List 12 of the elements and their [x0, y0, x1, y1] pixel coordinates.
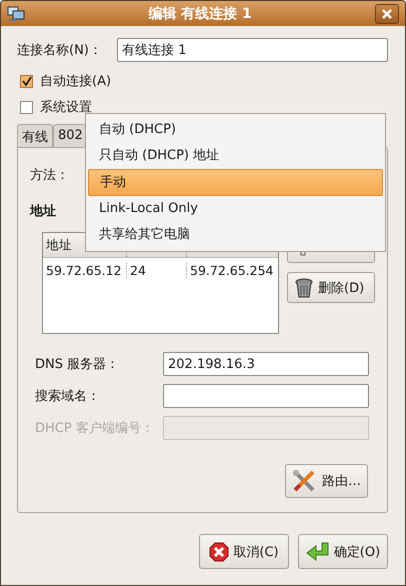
- field-label: 连接名称(N)：: [17, 42, 103, 59]
- table-cell: 59.72.65.12: [43, 262, 127, 278]
- checkbox-label: 自动连接(A): [40, 73, 112, 90]
- section-title: 地址: [30, 203, 56, 220]
- field-label: 搜索域名：: [35, 388, 101, 405]
- window-title: 编辑 有线连接 1: [147, 4, 253, 22]
- checkbox-label: 系统设置: [40, 99, 92, 116]
- field-label: DNS 服务器：: [35, 356, 120, 373]
- table-cell: 24: [127, 262, 187, 278]
- field-label: 方法：: [30, 167, 69, 184]
- field-label: DHCP 客户端编号：: [35, 420, 155, 437]
- table-cell-text: 59.72.65.254: [189, 262, 274, 278]
